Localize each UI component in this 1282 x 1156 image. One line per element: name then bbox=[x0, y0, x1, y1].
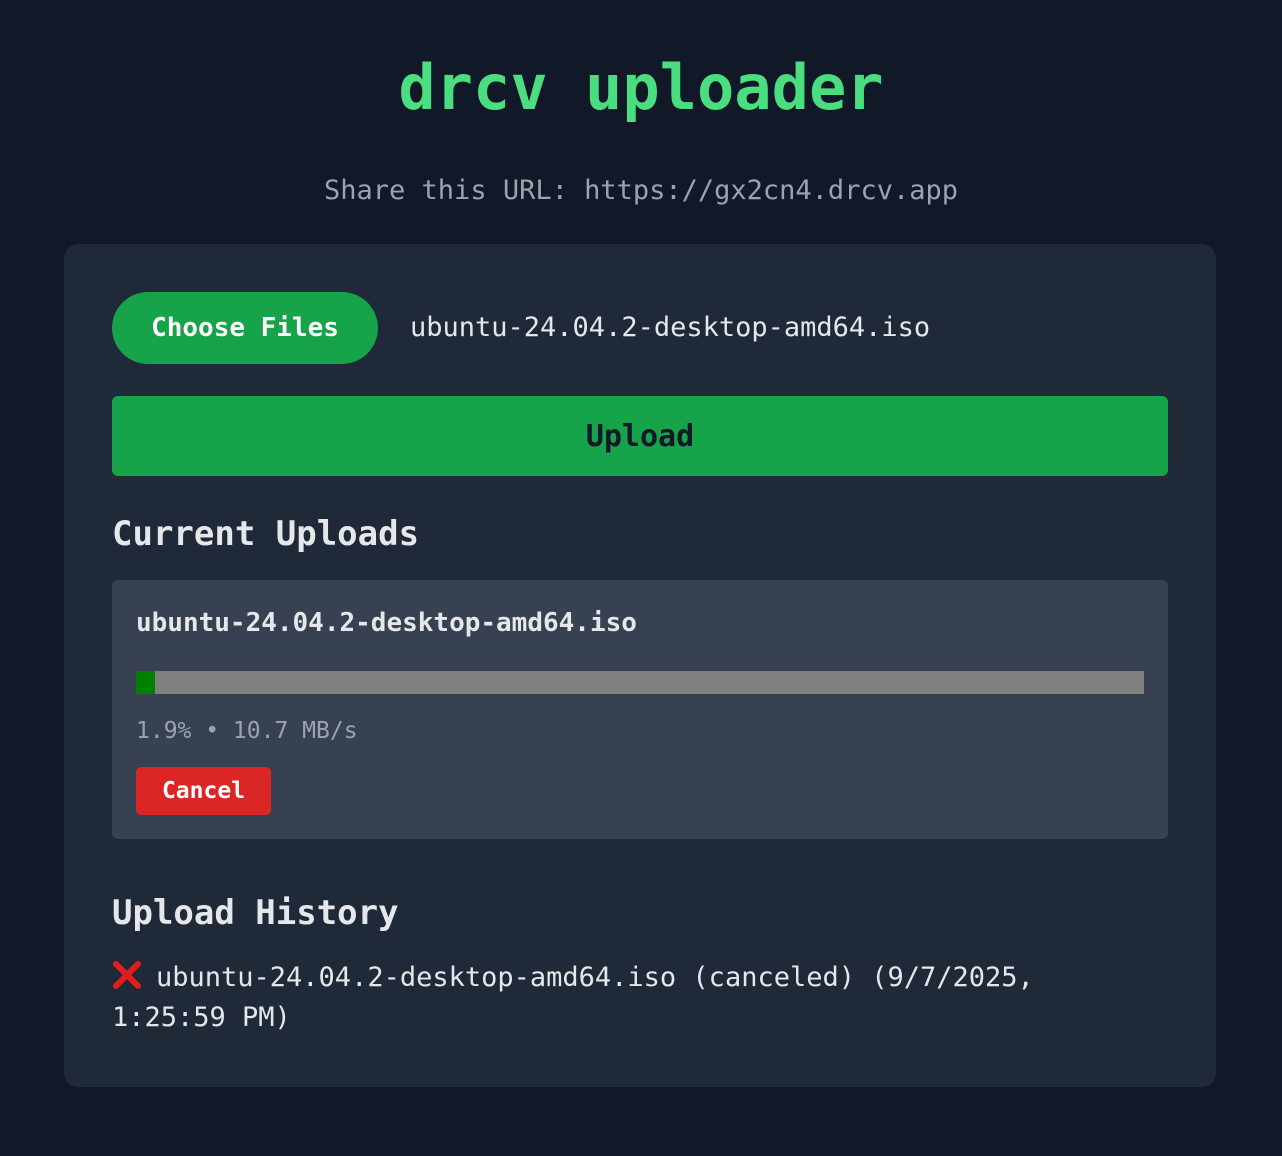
app-title: drcv uploader bbox=[398, 51, 884, 124]
history-item: ubuntu-24.04.2-desktop-amd64.iso (cancel… bbox=[112, 958, 1122, 1038]
selected-file-name: ubuntu-24.04.2-desktop-amd64.iso bbox=[410, 312, 931, 343]
progress-stats: 1.9% • 10.7 MB/s bbox=[136, 718, 358, 744]
progress-bar bbox=[136, 671, 1144, 694]
cancel-button[interactable]: Cancel bbox=[136, 767, 271, 815]
cross-icon bbox=[113, 961, 141, 989]
upload-filename: ubuntu-24.04.2-desktop-amd64.iso bbox=[136, 608, 637, 638]
upload-card: ubuntu-24.04.2-desktop-amd64.iso 1.9% • … bbox=[112, 580, 1168, 839]
progress-fill bbox=[136, 671, 156, 694]
upload-button[interactable]: Upload bbox=[112, 396, 1168, 476]
current-uploads-heading: Current Uploads bbox=[112, 514, 420, 554]
upload-history-heading: Upload History bbox=[112, 893, 399, 933]
upload-panel: Choose Files ubuntu-24.04.2-desktop-amd6… bbox=[64, 244, 1216, 1087]
share-url-text: Share this URL: https://gx2cn4.drcv.app bbox=[324, 175, 958, 206]
choose-files-button[interactable]: Choose Files bbox=[112, 292, 378, 364]
history-item-text: ubuntu-24.04.2-desktop-amd64.iso (cancel… bbox=[112, 962, 1034, 1033]
